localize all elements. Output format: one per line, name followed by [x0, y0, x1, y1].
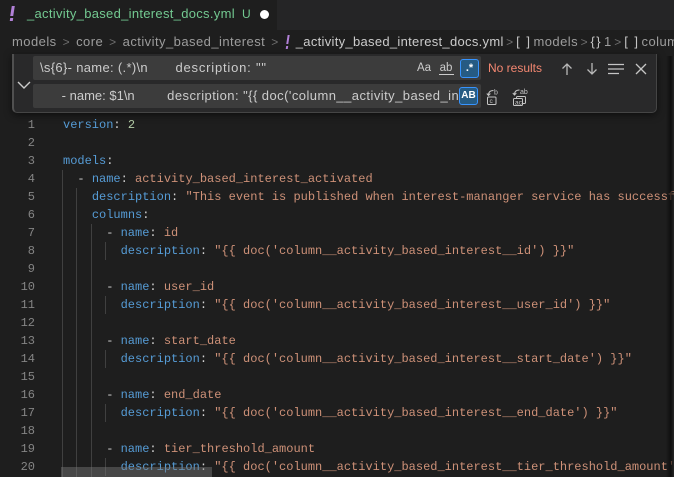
- svg-text:ac: ac: [515, 99, 523, 106]
- svg-text:ab: ab: [520, 89, 528, 96]
- svg-text:b: b: [494, 90, 498, 97]
